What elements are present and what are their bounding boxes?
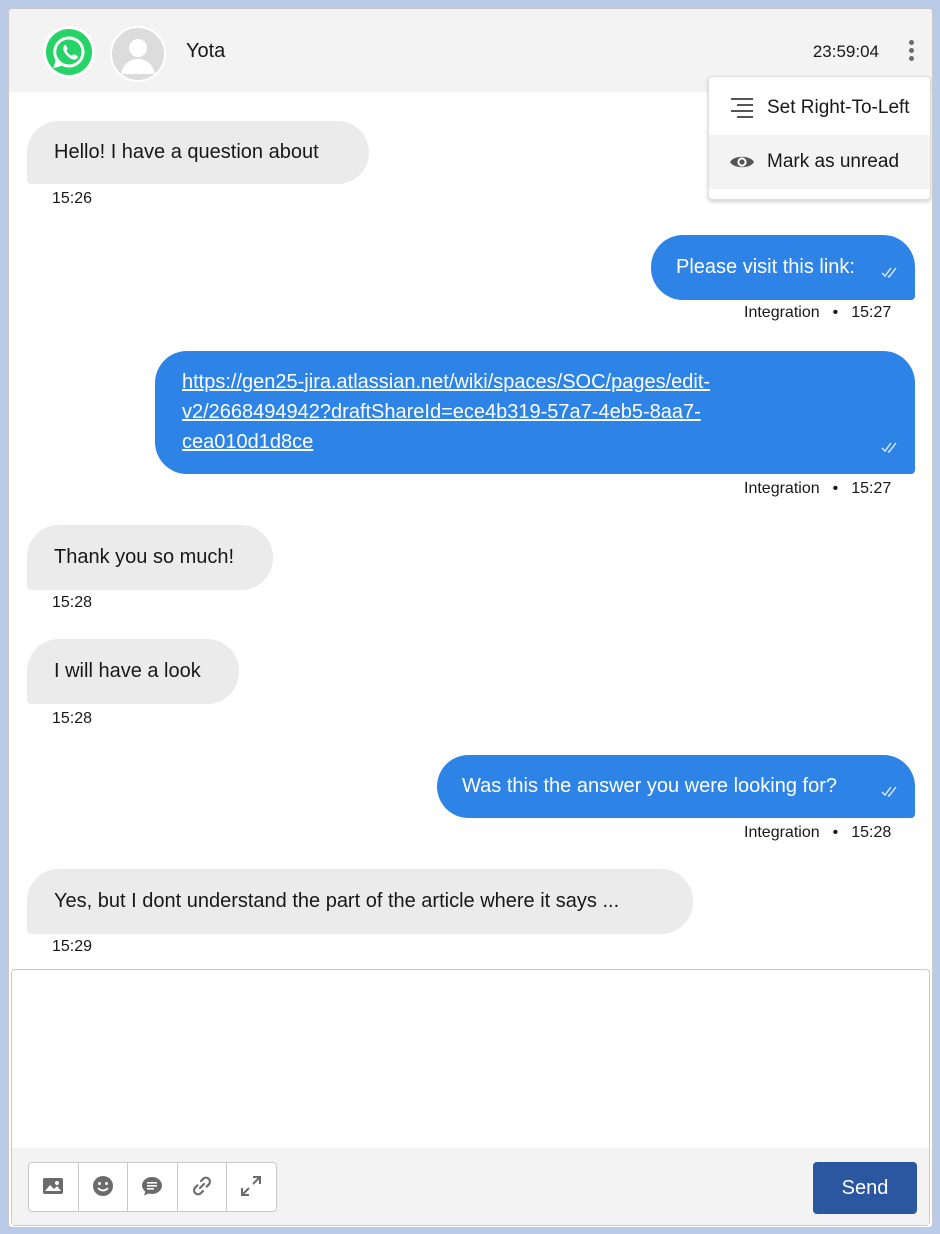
message-text: Please visit this link: [676, 256, 855, 278]
outgoing-message: Please visit this link: [651, 235, 915, 300]
message-time: 15:28 [851, 824, 892, 841]
message-text: Was this the answer you were looking for… [462, 775, 837, 797]
menu-item-label: Set Right-To-Left [767, 97, 910, 118]
quick-text-icon [142, 1177, 163, 1196]
whatsapp-icon [46, 29, 92, 75]
sender-name: Integration [744, 480, 820, 497]
message-text: Thank you so much! [54, 546, 235, 568]
insert-link-button[interactable] [178, 1163, 228, 1211]
send-button[interactable]: Send [813, 1162, 917, 1214]
outgoing-message: https://gen25-jira.atlassian.net/wiki/sp… [155, 351, 915, 474]
menu-item-set-right-to-left[interactable]: Set Right-To-Left [709, 81, 930, 135]
message-time: 15:29 [52, 938, 93, 955]
meta-separator: • [832, 824, 839, 841]
kebab-menu-icon[interactable] [904, 40, 918, 64]
sender-name: Integration [744, 824, 820, 841]
message-time: 15:27 [851, 304, 892, 321]
expand-composer-button[interactable] [227, 1163, 276, 1211]
message-text: Yes, but I dont understand the part of t… [54, 890, 620, 912]
quick-text-button[interactable] [128, 1163, 178, 1211]
incoming-message: Hello! I have a question about [27, 121, 369, 184]
link-icon [192, 1176, 211, 1196]
chat-window: Yota 23:59:04 Set Right-To-Left Mark as … [8, 8, 933, 1228]
user-avatar-icon [110, 26, 166, 82]
link-line[interactable]: v2/2668494942?draftShareId=ece4b319-57a7… [182, 401, 701, 423]
message-time: 15:26 [52, 190, 93, 207]
image-icon [43, 1178, 63, 1194]
contact-name: Yota [186, 40, 226, 62]
outgoing-message: Was this the answer you were looking for… [437, 755, 915, 818]
message-link[interactable]: https://gen25-jira.atlassian.net/wiki/sp… [182, 367, 710, 457]
link-line[interactable]: cea010d1d8ce [182, 431, 313, 453]
read-receipt-icon [881, 442, 897, 453]
insert-emoji-button[interactable] [79, 1163, 129, 1211]
overflow-menu: Set Right-To-Left Mark as unread [708, 76, 931, 200]
menu-item-mark-as-unread[interactable]: Mark as unread [709, 135, 930, 189]
message-input[interactable] [12, 970, 929, 1148]
align-right-icon [731, 98, 753, 118]
read-receipt-icon [881, 786, 897, 797]
eye-icon [730, 156, 754, 168]
incoming-message: I will have a look [27, 639, 239, 704]
message-meta: Integration • 15:27 [744, 480, 891, 498]
message-text: I will have a look [54, 660, 201, 682]
expand-icon [241, 1176, 262, 1196]
insert-image-button[interactable] [29, 1163, 79, 1211]
current-time: 23:59:04 [812, 42, 879, 61]
message-time: 15:27 [851, 480, 892, 497]
message-composer: Send [11, 969, 930, 1226]
sender-name: Integration [744, 304, 820, 321]
menu-item-label: Mark as unread [767, 151, 900, 172]
composer-toolbar: Send [12, 1148, 929, 1225]
message-meta: Integration • 15:28 [744, 824, 891, 842]
message-time: 15:28 [52, 594, 93, 611]
incoming-message: Yes, but I dont understand the part of t… [27, 869, 693, 934]
meta-separator: • [832, 304, 839, 321]
message-time: 15:28 [52, 710, 93, 727]
incoming-message: Thank you so much! [27, 525, 273, 590]
meta-separator: • [832, 480, 839, 497]
emoji-icon [92, 1176, 113, 1196]
message-meta: Integration • 15:27 [744, 304, 891, 322]
read-receipt-icon [881, 267, 897, 278]
message-text: Hello! I have a question about [54, 141, 319, 163]
composer-tools [28, 1162, 277, 1212]
link-line[interactable]: https://gen25-jira.atlassian.net/wiki/sp… [182, 371, 710, 393]
